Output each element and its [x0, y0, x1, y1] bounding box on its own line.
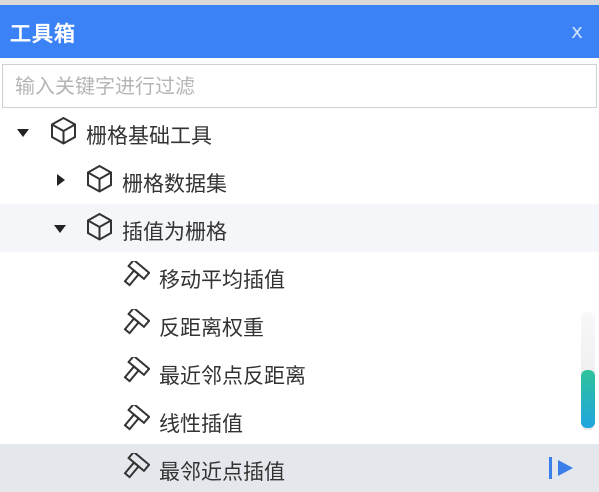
search-box: [2, 64, 597, 108]
search-input[interactable]: [3, 65, 596, 107]
window-title: 工具箱: [10, 22, 76, 46]
hammer-icon: [123, 405, 150, 431]
hammer-icon: [123, 261, 150, 287]
hammer-icon: [123, 357, 150, 383]
close-button[interactable]: x: [571, 19, 583, 43]
tool-item-label: 最邻近点插值: [159, 460, 285, 484]
tool-item-idw[interactable]: 反距离权重: [0, 300, 599, 348]
scrollbar-thumb[interactable]: [581, 370, 595, 428]
collapse-caret-icon[interactable]: [57, 174, 65, 186]
tree-node-label: 插值为栅格: [122, 220, 227, 244]
tree-node-raster-dataset[interactable]: 栅格数据集: [0, 156, 599, 204]
tool-item-label: 移动平均插值: [159, 268, 285, 292]
cube-icon: [87, 212, 112, 241]
title-bar: 工具箱 x: [0, 5, 599, 58]
cube-icon: [87, 164, 112, 193]
cube-icon: [51, 116, 76, 145]
tool-item-nearest-idw[interactable]: 最近邻点反距离: [0, 348, 599, 396]
expand-caret-icon[interactable]: [17, 129, 29, 137]
hammer-icon: [123, 453, 150, 479]
tool-item-label: 反距离权重: [159, 316, 264, 340]
run-icon[interactable]: [547, 454, 577, 482]
tree-node-label: 栅格数据集: [122, 172, 227, 196]
hammer-icon: [123, 309, 150, 335]
tree-node-label: 栅格基础工具: [86, 124, 212, 148]
expand-caret-icon[interactable]: [54, 225, 66, 233]
tree-node-raster-basic-tools[interactable]: 栅格基础工具: [0, 108, 599, 156]
tool-item-label: 最近邻点反距离: [159, 364, 306, 388]
tool-item-nearest-neighbor[interactable]: 最邻近点插值: [0, 444, 599, 492]
tool-item-label: 线性插值: [159, 412, 243, 436]
tool-item-moving-average[interactable]: 移动平均插值: [0, 252, 599, 300]
tree-node-interpolate-to-raster[interactable]: 插值为栅格: [0, 204, 599, 252]
tool-item-linear[interactable]: 线性插值: [0, 396, 599, 444]
